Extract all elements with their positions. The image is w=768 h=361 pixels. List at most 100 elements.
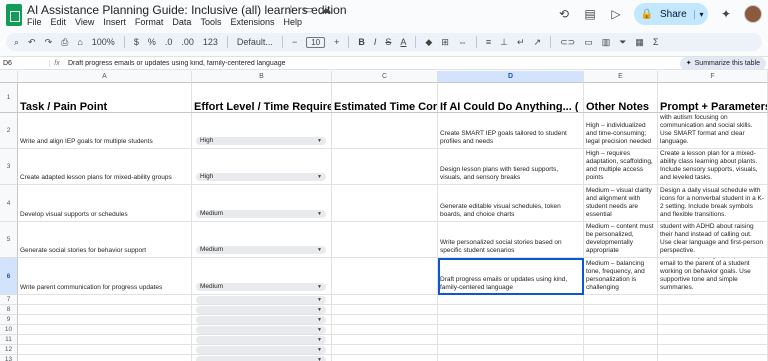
column-header-b[interactable]: B: [192, 71, 332, 83]
row-header[interactable]: 13: [0, 355, 18, 361]
table-cell[interactable]: [438, 315, 584, 325]
menu-insert[interactable]: Insert: [103, 17, 126, 27]
row-header[interactable]: 3: [0, 149, 18, 185]
header-cell-prompt[interactable]: Prompt + Parameters: [658, 83, 768, 113]
table-cell[interactable]: [18, 335, 192, 345]
table-cell[interactable]: ▼: [192, 305, 332, 315]
borders-icon[interactable]: ⊞: [441, 37, 449, 48]
table-cell[interactable]: Create a lesson plan for a mixed-ability…: [658, 149, 768, 185]
table-cell[interactable]: [332, 149, 438, 185]
table-cell[interactable]: [332, 185, 438, 222]
header-cell-estimated-time[interactable]: Estimated Time Cor: [332, 83, 438, 113]
table-cell[interactable]: Medium – balancing tone, frequency, and …: [584, 258, 658, 295]
column-header-a[interactable]: A: [18, 71, 192, 83]
font-size-decrease-icon[interactable]: −: [292, 37, 297, 47]
header-cell-ai-anything[interactable]: If AI Could Do Anything... (: [438, 83, 584, 113]
formula-input[interactable]: Draft progress emails or updates using k…: [64, 60, 680, 67]
avatar[interactable]: [744, 5, 762, 23]
table-cell[interactable]: [18, 305, 192, 315]
font-size-input[interactable]: 10: [306, 36, 326, 48]
menu-data[interactable]: Data: [172, 17, 191, 27]
table-cell[interactable]: [332, 305, 438, 315]
comments-icon[interactable]: ▤: [582, 6, 598, 22]
table-cell[interactable]: [658, 335, 768, 345]
effort-dropdown-chip[interactable]: ▼: [196, 316, 326, 324]
table-cell[interactable]: [438, 345, 584, 355]
table-cell[interactable]: [438, 325, 584, 335]
table-cell[interactable]: [438, 335, 584, 345]
table-cell[interactable]: [658, 355, 768, 361]
number-format-button[interactable]: 123: [203, 37, 218, 47]
sheets-logo-icon[interactable]: [6, 4, 22, 26]
table-cell[interactable]: Write a short social story for a student…: [658, 222, 768, 258]
undo-icon[interactable]: ↶: [28, 37, 36, 48]
row-header[interactable]: 9: [0, 315, 18, 325]
gemini-icon[interactable]: ✦: [718, 6, 734, 22]
effort-dropdown-chip[interactable]: Medium ▼: [196, 246, 326, 254]
row-header[interactable]: 11: [0, 335, 18, 345]
table-cell[interactable]: Generate social stories for behavior sup…: [18, 222, 192, 258]
table-cell[interactable]: [584, 335, 658, 345]
table-cell[interactable]: High – individualized and time-consuming…: [584, 113, 658, 149]
row-header[interactable]: 12: [0, 345, 18, 355]
table-cell[interactable]: Draft a weekly progress update email to …: [658, 258, 768, 295]
row-header[interactable]: 5: [0, 222, 18, 258]
history-icon[interactable]: ⟲: [556, 6, 572, 22]
table-cell[interactable]: Create adapted lesson plans for mixed-ab…: [18, 149, 192, 185]
table-cell[interactable]: Medium ▼: [192, 258, 332, 295]
table-cell[interactable]: Medium ▼: [192, 185, 332, 222]
italic-icon[interactable]: I: [374, 37, 377, 47]
table-cell[interactable]: [18, 295, 192, 305]
percent-format-button[interactable]: %: [148, 37, 156, 47]
insert-link-icon[interactable]: ⊂⊃: [560, 37, 575, 48]
table-cell[interactable]: Develop visual supports or schedules: [18, 185, 192, 222]
move-folder-icon[interactable]: ▭: [303, 3, 313, 16]
row-header[interactable]: 4: [0, 185, 18, 222]
menu-view[interactable]: View: [75, 17, 94, 27]
strikethrough-icon[interactable]: S: [385, 37, 391, 47]
table-cell[interactable]: Write and align IEP goals for multiple s…: [18, 113, 192, 149]
column-header-c[interactable]: C: [332, 71, 438, 83]
share-button[interactable]: 🔒 Share ▾: [634, 3, 708, 25]
merge-cells-icon[interactable]: ⇔: [458, 37, 467, 47]
table-cell[interactable]: High ▼: [192, 149, 332, 185]
table-cell[interactable]: [18, 355, 192, 361]
table-cell[interactable]: ▼: [192, 335, 332, 345]
header-cell-effort[interactable]: Effort Level / Time Required: [192, 83, 332, 113]
header-cell-task[interactable]: Task / Pain Point: [18, 83, 192, 113]
cloud-status-icon[interactable]: ☁: [320, 3, 331, 16]
table-cell[interactable]: Generate editable visual schedules, toke…: [438, 185, 584, 222]
table-cell[interactable]: [658, 315, 768, 325]
table-cell[interactable]: High – requires adaptation, scaffolding,…: [584, 149, 658, 185]
table-cell[interactable]: ▼: [192, 295, 332, 305]
table-cell[interactable]: [332, 345, 438, 355]
effort-dropdown-chip[interactable]: Medium ▼: [196, 283, 326, 291]
table-cell[interactable]: Medium – content must be personalized, d…: [584, 222, 658, 258]
table-cell[interactable]: [332, 335, 438, 345]
menu-tools[interactable]: Tools: [200, 17, 221, 27]
effort-dropdown-chip[interactable]: ▼: [196, 306, 326, 314]
font-select[interactable]: Default...: [237, 37, 273, 47]
table-cell[interactable]: [658, 345, 768, 355]
table-cell[interactable]: [438, 355, 584, 361]
table-cell[interactable]: [332, 295, 438, 305]
table-cell[interactable]: High ▼: [192, 113, 332, 149]
table-cell[interactable]: Medium – visual clarity and alignment wi…: [584, 185, 658, 222]
row-header[interactable]: 1: [0, 83, 18, 113]
row-header[interactable]: 2: [0, 113, 18, 149]
effort-dropdown-chip[interactable]: Medium ▼: [196, 210, 326, 218]
effort-dropdown-chip[interactable]: ▼: [196, 346, 326, 354]
table-cell[interactable]: Write parent communication for progress …: [18, 258, 192, 295]
decrease-decimal-button[interactable]: .0: [165, 37, 173, 47]
active-cell[interactable]: Draft progress emails or updates using k…: [438, 258, 584, 295]
search-menus-icon[interactable]: ⌕: [14, 37, 19, 48]
print-icon[interactable]: ⎙: [61, 37, 68, 48]
text-rotation-icon[interactable]: ↗: [534, 37, 542, 48]
effort-dropdown-chip[interactable]: ▼: [196, 336, 326, 344]
table-cell[interactable]: [332, 258, 438, 295]
column-header-f[interactable]: F: [658, 71, 768, 83]
star-icon[interactable]: ☆: [286, 3, 296, 16]
table-cell[interactable]: [584, 355, 658, 361]
table-cell[interactable]: Design lesson plans with tiered supports…: [438, 149, 584, 185]
table-cell[interactable]: [18, 325, 192, 335]
